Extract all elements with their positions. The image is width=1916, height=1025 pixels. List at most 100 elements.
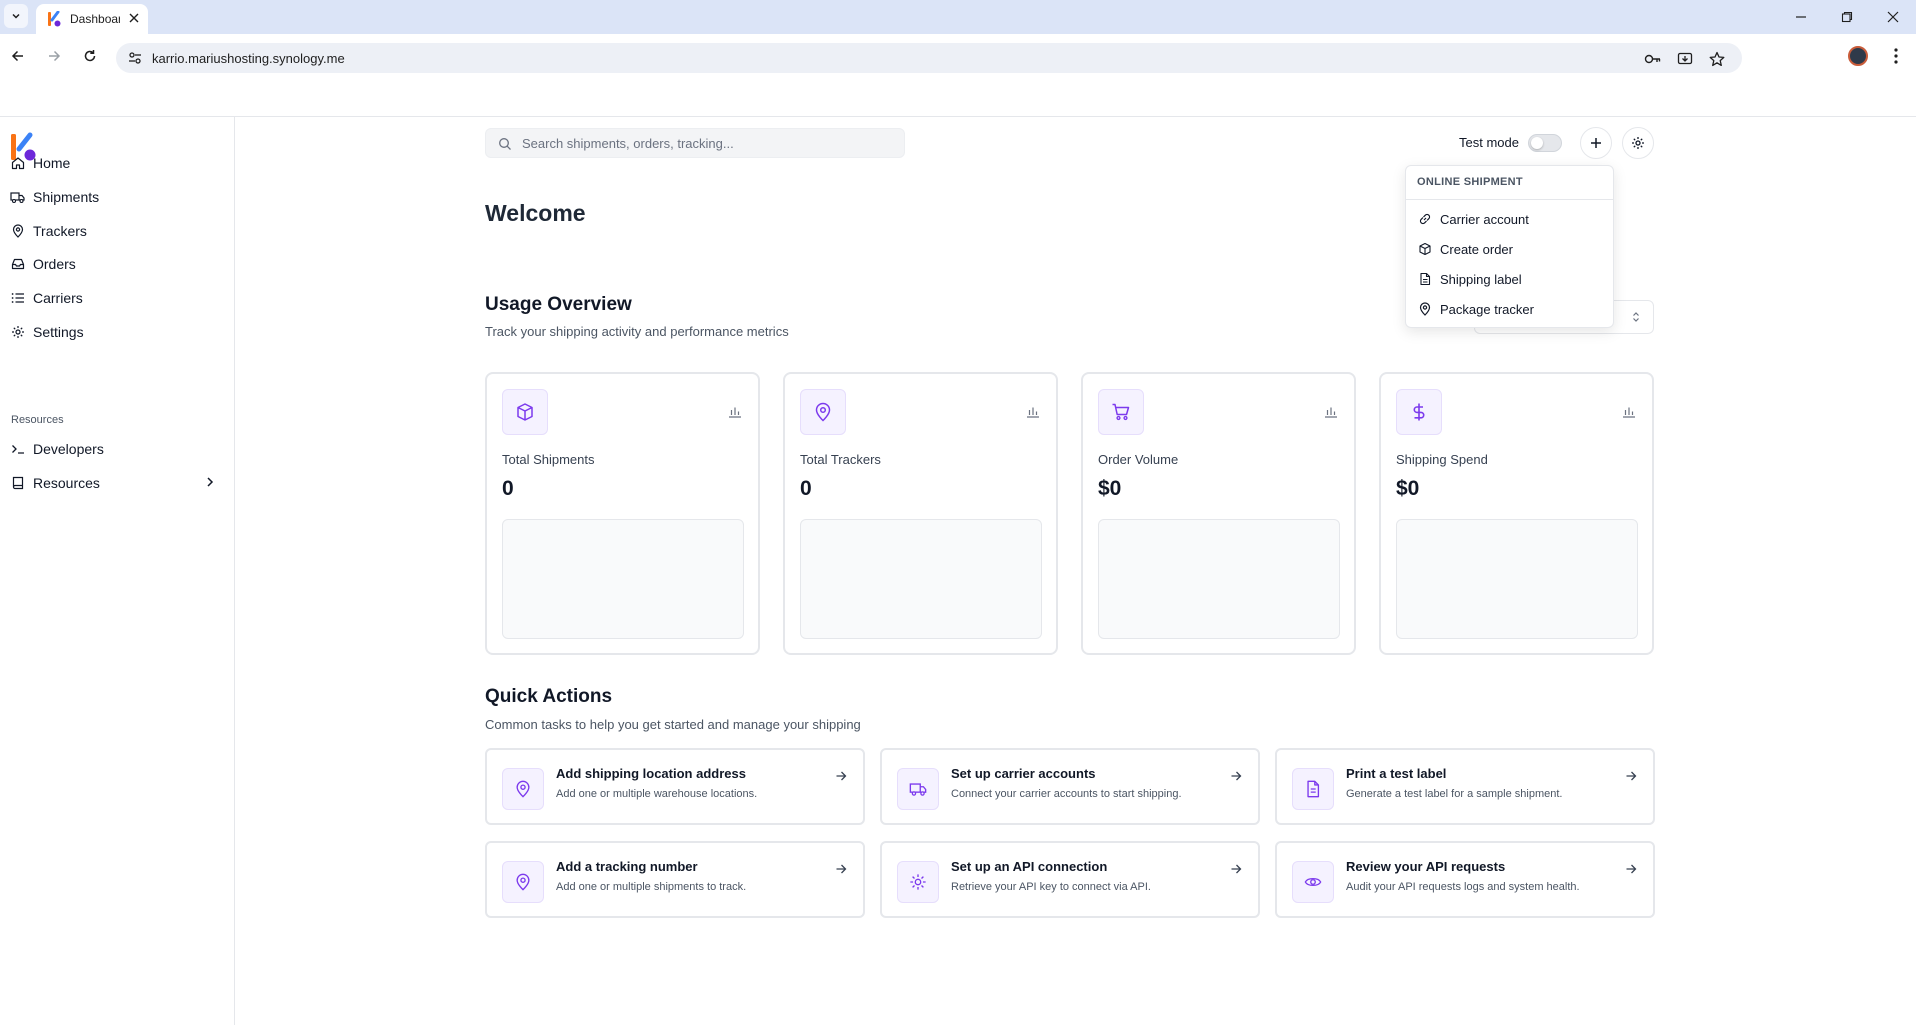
search-bar[interactable] <box>485 128 905 158</box>
quick-action-title: Add a tracking number <box>556 859 698 874</box>
settings-button[interactable] <box>1622 127 1654 159</box>
stat-value: $0 <box>1396 477 1420 500</box>
arrow-right-icon <box>1231 771 1242 781</box>
menu-item-carrier-account[interactable]: Carrier account <box>1412 206 1608 232</box>
create-button[interactable] <box>1580 127 1612 159</box>
usage-overview-subtitle: Track your shipping activity and perform… <box>485 324 789 339</box>
arrow-right-icon <box>1626 864 1637 874</box>
reload-icon <box>84 50 96 62</box>
menu-item-label: Carrier account <box>1440 211 1529 227</box>
bar-chart-icon[interactable] <box>1324 406 1338 418</box>
browser-tabbar: Dashboard <box>0 0 1916 34</box>
stat-card-total-trackers: Total Trackers 0 <box>783 372 1058 655</box>
stat-label: Total Shipments <box>502 452 595 467</box>
quick-action-carrier-accounts[interactable]: Set up carrier accounts Connect your car… <box>880 748 1260 825</box>
close-icon[interactable] <box>128 12 140 24</box>
restore-button[interactable] <box>1836 6 1858 28</box>
minimize-button[interactable] <box>1790 6 1812 28</box>
arrow-right-icon <box>1231 864 1242 874</box>
stat-value: 0 <box>502 477 514 500</box>
star-icon <box>1709 51 1725 67</box>
sidebar-item-home[interactable]: Home <box>10 151 220 175</box>
truck-icon <box>897 768 939 810</box>
browser-menu-button[interactable] <box>1886 46 1906 66</box>
stat-label: Order Volume <box>1098 452 1179 467</box>
sidebar-item-shipments[interactable]: Shipments <box>10 185 220 209</box>
quick-actions-subtitle: Common tasks to help you get started and… <box>485 717 861 732</box>
sidebar-item-settings[interactable]: Settings <box>10 320 220 344</box>
page-title: Welcome <box>485 200 586 226</box>
map-pin-icon <box>10 224 25 239</box>
sidebar-item-resources[interactable]: Resources <box>10 471 220 495</box>
menu-item-create-order[interactable]: Create order <box>1412 236 1608 262</box>
toggle-knob <box>1531 137 1543 149</box>
install-app-button[interactable] <box>1676 50 1694 68</box>
install-icon <box>1677 52 1693 65</box>
reload-button[interactable] <box>78 44 102 68</box>
bar-chart-icon[interactable] <box>1622 406 1636 418</box>
menu-item-shipping-label[interactable]: Shipping label <box>1412 266 1608 292</box>
gear-icon <box>1632 137 1644 149</box>
quick-action-title: Add shipping location address <box>556 766 746 781</box>
eye-icon <box>1292 861 1334 903</box>
truck-icon <box>10 190 25 205</box>
quick-action-description: Audit your API requests logs and system … <box>1346 881 1580 893</box>
bar-chart-icon[interactable] <box>728 406 742 418</box>
map-pin-icon <box>502 768 544 810</box>
address-bar[interactable]: karrio.mariushosting.synology.me <box>116 43 1742 73</box>
back-button[interactable] <box>6 44 30 68</box>
gear-icon <box>10 325 25 340</box>
sidebar-item-label: Trackers <box>33 223 87 239</box>
sidebar-item-label: Resources <box>33 475 100 491</box>
quick-action-title: Review your API requests <box>1346 859 1506 874</box>
menu-item-label: Package tracker <box>1440 301 1534 317</box>
arrow-right-icon <box>836 864 847 874</box>
test-mode-toggle[interactable] <box>1528 134 1562 152</box>
create-dropdown-menu: ONLINE SHIPMENT Carrier account Create o… <box>1405 165 1614 328</box>
stat-value: 0 <box>800 477 812 500</box>
sidebar-item-trackers[interactable]: Trackers <box>10 219 220 243</box>
quick-action-title: Set up an API connection <box>951 859 1108 874</box>
browser-tab[interactable]: Dashboard <box>36 4 148 34</box>
quick-action-api-connection[interactable]: Set up an API connection Retrieve your A… <box>880 841 1260 918</box>
forward-button[interactable] <box>42 44 66 68</box>
stat-card-shipping-spend: Shipping Spend $0 <box>1379 372 1654 655</box>
book-icon <box>10 476 25 491</box>
sidebar-item-developers[interactable]: Developers <box>10 437 220 461</box>
stat-label: Shipping Spend <box>1396 452 1488 467</box>
map-pin-icon <box>502 861 544 903</box>
sidebar-item-carriers[interactable]: Carriers <box>10 286 220 310</box>
menu-item-label: Create order <box>1440 241 1513 257</box>
profile-avatar[interactable] <box>1848 46 1868 66</box>
package-icon <box>1418 242 1432 256</box>
site-info-icon[interactable] <box>128 51 142 65</box>
sidebar-item-orders[interactable]: Orders <box>10 252 220 276</box>
sidebar-item-label: Orders <box>33 256 76 272</box>
dollar-icon <box>1396 389 1442 435</box>
arrow-right-icon <box>836 771 847 781</box>
quick-action-add-shipping-location[interactable]: Add shipping location address Add one or… <box>485 748 865 825</box>
bookmark-button[interactable] <box>1708 50 1726 68</box>
quick-action-print-test-label[interactable]: Print a test label Generate a test label… <box>1275 748 1655 825</box>
window-close-button[interactable] <box>1882 6 1904 28</box>
tab-title: Dashboard <box>70 12 120 26</box>
map-pin-icon <box>800 389 846 435</box>
stat-chart-placeholder <box>1098 519 1340 639</box>
divider <box>0 116 1916 117</box>
quick-action-title: Print a test label <box>1346 766 1447 781</box>
list-icon <box>10 291 25 306</box>
menu-item-package-tracker[interactable]: Package tracker <box>1412 296 1608 322</box>
quick-action-add-tracking-number[interactable]: Add a tracking number Add one or multipl… <box>485 841 865 918</box>
quick-actions-title: Quick Actions <box>485 686 613 707</box>
search-icon <box>499 138 511 150</box>
chevron-down-icon <box>12 13 20 19</box>
bar-chart-icon[interactable] <box>1026 406 1040 418</box>
search-input[interactable] <box>522 129 892 157</box>
quick-action-review-api-requests[interactable]: Review your API requests Audit your API … <box>1275 841 1655 918</box>
quick-action-title: Set up carrier accounts <box>951 766 1096 781</box>
password-key-button[interactable] <box>1644 50 1662 68</box>
sidebar-item-label: Settings <box>33 324 84 340</box>
tab-search-button[interactable] <box>4 4 28 28</box>
terminal-icon <box>10 442 25 457</box>
package-icon <box>502 389 548 435</box>
